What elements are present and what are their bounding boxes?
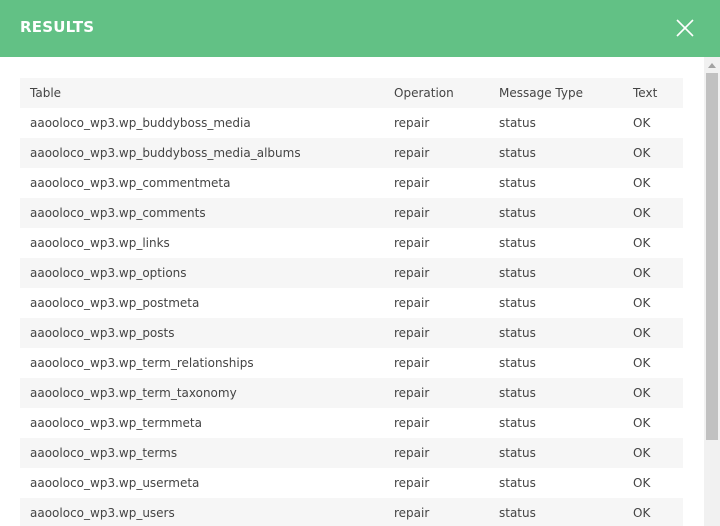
cell-text: OK bbox=[633, 116, 651, 130]
cell-message-type: status bbox=[499, 356, 536, 370]
cell-table-name: aaooloco_wp3.wp_termmeta bbox=[30, 416, 202, 430]
table-row: aaooloco_wp3.wp_term_taxonomy repair statu… bbox=[20, 378, 683, 408]
table-row: aaooloco_wp3.wp_users repair status OK bbox=[20, 498, 683, 526]
cell-message-type: status bbox=[499, 266, 536, 280]
close-button[interactable] bbox=[672, 15, 698, 41]
cell-table-name: aaooloco_wp3.wp_posts bbox=[30, 326, 175, 340]
close-icon bbox=[676, 19, 694, 37]
cell-text: OK bbox=[633, 356, 651, 370]
cell-operation: repair bbox=[394, 266, 430, 280]
cell-text: OK bbox=[633, 476, 651, 490]
cell-table-name: aaooloco_wp3.wp_term_relationships bbox=[30, 356, 254, 370]
cell-table-name: aaooloco_wp3.wp_options bbox=[30, 266, 187, 280]
table-row: aaooloco_wp3.wp_commentmeta repair status O… bbox=[20, 168, 683, 198]
table-row: aaooloco_wp3.wp_termmeta repair status OK bbox=[20, 408, 683, 438]
table-header-row: Table Operation Message Type Text bbox=[20, 78, 683, 108]
cell-table-name: aaooloco_wp3.wp_commentmeta bbox=[30, 176, 231, 190]
cell-table-name: aaooloco_wp3.wp_links bbox=[30, 236, 170, 250]
cell-text: OK bbox=[633, 266, 651, 280]
scroll-thumb[interactable] bbox=[706, 73, 718, 440]
cell-operation: repair bbox=[394, 326, 430, 340]
column-header-operation: Operation bbox=[384, 78, 489, 108]
cell-message-type: status bbox=[499, 206, 536, 220]
cell-text: OK bbox=[633, 236, 651, 250]
cell-message-type: status bbox=[499, 236, 536, 250]
cell-text: OK bbox=[633, 326, 651, 340]
cell-operation: repair bbox=[394, 506, 430, 520]
cell-message-type: status bbox=[499, 176, 536, 190]
cell-operation: repair bbox=[394, 236, 430, 250]
cell-operation: repair bbox=[394, 356, 430, 370]
cell-operation: repair bbox=[394, 206, 430, 220]
results-table: Table Operation Message Type Text aaoolo… bbox=[20, 78, 683, 526]
modal-header: RESULTS bbox=[0, 0, 720, 57]
cell-operation: repair bbox=[394, 446, 430, 460]
column-header-table: Table bbox=[20, 78, 384, 108]
cell-message-type: status bbox=[499, 146, 536, 160]
cell-text: OK bbox=[633, 146, 651, 160]
table-row: aaooloco_wp3.wp_buddyboss_media_albums re… bbox=[20, 138, 683, 168]
results-content: Table Operation Message Type Text aaoolo… bbox=[0, 57, 704, 526]
cell-message-type: status bbox=[499, 326, 536, 340]
cell-text: OK bbox=[633, 296, 651, 310]
cell-message-type: status bbox=[499, 446, 536, 460]
cell-operation: repair bbox=[394, 416, 430, 430]
cell-message-type: status bbox=[499, 476, 536, 490]
vertical-scrollbar[interactable] bbox=[704, 57, 720, 526]
cell-table-name: aaooloco_wp3.wp_comments bbox=[30, 206, 206, 220]
table-row: aaooloco_wp3.wp_postmeta repair status OK bbox=[20, 288, 683, 318]
table-row: aaooloco_wp3.wp_posts repair status OK bbox=[20, 318, 683, 348]
cell-operation: repair bbox=[394, 146, 430, 160]
column-header-message-type: Message Type bbox=[489, 78, 623, 108]
cell-table-name: aaooloco_wp3.wp_usermeta bbox=[30, 476, 200, 490]
cell-message-type: status bbox=[499, 296, 536, 310]
table-row: aaooloco_wp3.wp_links repair status OK bbox=[20, 228, 683, 258]
cell-text: OK bbox=[633, 176, 651, 190]
cell-text: OK bbox=[633, 386, 651, 400]
table-row: aaooloco_wp3.wp_usermeta repair status OK bbox=[20, 468, 683, 498]
table-row: aaooloco_wp3.wp_term_relationships repair… bbox=[20, 348, 683, 378]
cell-operation: repair bbox=[394, 296, 430, 310]
cell-table-name: aaooloco_wp3.wp_postmeta bbox=[30, 296, 200, 310]
cell-operation: repair bbox=[394, 116, 430, 130]
cell-text: OK bbox=[633, 446, 651, 460]
table-row: aaooloco_wp3.wp_buddyboss_media repair sta… bbox=[20, 108, 683, 138]
cell-operation: repair bbox=[394, 476, 430, 490]
cell-message-type: status bbox=[499, 506, 536, 520]
cell-table-name: aaooloco_wp3.wp_term_taxonomy bbox=[30, 386, 237, 400]
scroll-up-arrow-icon[interactable] bbox=[708, 63, 716, 68]
column-header-text: Text bbox=[623, 78, 683, 108]
cell-text: OK bbox=[633, 506, 651, 520]
table-row: aaooloco_wp3.wp_comments repair status OK bbox=[20, 198, 683, 228]
cell-message-type: status bbox=[499, 386, 536, 400]
table-row: aaooloco_wp3.wp_terms repair status OK bbox=[20, 438, 683, 468]
cell-operation: repair bbox=[394, 176, 430, 190]
cell-table-name: aaooloco_wp3.wp_users bbox=[30, 506, 175, 520]
cell-table-name: aaooloco_wp3.wp_buddyboss_media bbox=[30, 116, 251, 130]
modal-title: RESULTS bbox=[20, 18, 95, 36]
cell-message-type: status bbox=[499, 416, 536, 430]
results-table-body: aaooloco_wp3.wp_buddyboss_media repair sta… bbox=[20, 108, 683, 526]
cell-text: OK bbox=[633, 416, 651, 430]
table-row: aaooloco_wp3.wp_options repair status OK bbox=[20, 258, 683, 288]
cell-table-name: aaooloco_wp3.wp_buddyboss_media_albums bbox=[30, 146, 301, 160]
cell-table-name: aaooloco_wp3.wp_terms bbox=[30, 446, 178, 460]
cell-operation: repair bbox=[394, 386, 430, 400]
cell-message-type: status bbox=[499, 116, 536, 130]
cell-text: OK bbox=[633, 206, 651, 220]
